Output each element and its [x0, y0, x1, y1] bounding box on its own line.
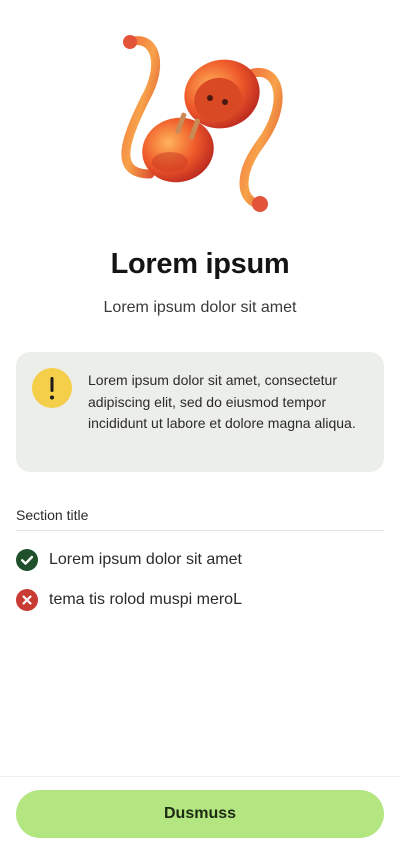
list-item-success: Lorem ipsum dolor sit amet — [16, 548, 384, 572]
page-subtitle: Lorem ipsum dolor sit amet — [103, 299, 297, 316]
section-divider — [16, 530, 384, 531]
list-item-error: tema tis rolod muspi meroL — [16, 588, 384, 612]
alert-message: Lorem ipsum dolor sit amet, consectetur … — [88, 372, 356, 431]
page-title: Lorem ipsum — [110, 248, 290, 280]
primary-button[interactable]: Dusmuss — [16, 790, 384, 838]
footer-divider — [0, 776, 400, 777]
warning-alert: Lorem ipsum dolor sit amet, consectetur … — [16, 352, 384, 472]
check-circle-icon — [16, 549, 38, 571]
close-circle-icon — [16, 589, 38, 611]
list-item-label: Lorem ipsum dolor sit amet — [49, 551, 242, 568]
section-title: Section title — [16, 507, 89, 523]
unplugged-plug-illustration — [100, 24, 300, 224]
list-item-label: tema tis rolod muspi meroL — [49, 591, 242, 608]
screen: Lorem ipsum Lorem ipsum dolor sit amet L… — [0, 0, 400, 850]
exclamation-icon — [32, 368, 72, 408]
